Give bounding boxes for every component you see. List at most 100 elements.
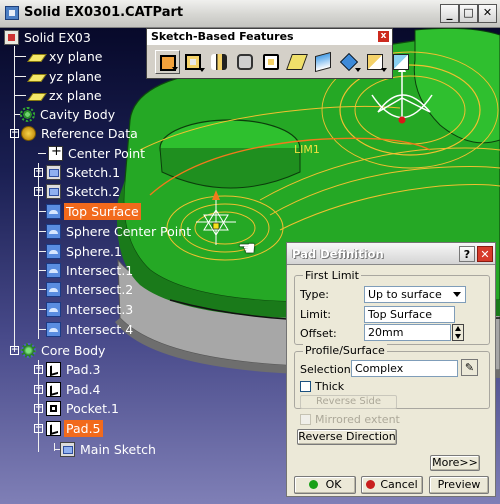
tree-item-intersect-4[interactable]: Intersect.4 [38, 320, 135, 338]
type-combo[interactable]: Up to surface [364, 286, 466, 303]
thick-checkbox[interactable] [300, 381, 311, 392]
tree-item-intersect-3[interactable]: Intersect.3 [38, 300, 135, 318]
spin-up-icon[interactable] [455, 326, 461, 331]
collapse-toggle-pad-5[interactable]: − [34, 424, 43, 433]
reference-icon [21, 125, 36, 141]
groove-tool-icon[interactable] [233, 50, 258, 74]
chevron-down-icon[interactable] [450, 287, 465, 302]
mirrored-extent-checkbox[interactable] [300, 414, 311, 425]
toolbar-close-button[interactable]: x [378, 31, 389, 42]
limit-field[interactable]: Top Surface [364, 306, 455, 323]
tree-item-pad-5[interactable]: Pad.5 [46, 419, 103, 437]
more-button[interactable]: More>> [430, 455, 480, 471]
tree-item-zx-plane[interactable]: zx plane [14, 86, 104, 104]
remove-loft-tool-icon[interactable] [389, 50, 414, 74]
expand-toggle-pad-4[interactable]: + [34, 385, 43, 394]
tree-item-label: Cavity Body [40, 106, 116, 122]
rib-tool-icon[interactable] [285, 50, 310, 74]
shaft-tool-icon[interactable] [207, 50, 232, 74]
offset-field[interactable]: 20mm [364, 324, 451, 341]
tree-item-cavity-body[interactable]: Cavity Body [14, 105, 117, 123]
tree-item-core-body[interactable]: Core Body [21, 341, 107, 359]
tree-item-sketch-1[interactable]: Sketch.1 [46, 163, 122, 181]
tree-item-yz-plane[interactable]: yz plane [14, 67, 104, 85]
tree-item-pad-4[interactable]: Pad.4 [46, 380, 103, 398]
tree-item-label: Core Body [41, 342, 106, 358]
tree-item-sphere-center-point[interactable]: Sphere Center Point [38, 222, 193, 240]
tree-item-label: Pad.3 [66, 361, 101, 377]
loft-tool-icon[interactable] [363, 50, 388, 74]
selection-label: Selection: [300, 363, 355, 376]
tree-item-label: Pad.4 [66, 381, 101, 397]
thick-label: Thick [315, 380, 345, 393]
expand-toggle-sketch-2[interactable]: + [34, 187, 43, 196]
tree-item-label: Sphere.1 [66, 243, 122, 259]
tree-item-xy-plane[interactable]: xy plane [14, 47, 104, 65]
tree-item-pad-3[interactable]: Pad.3 [46, 360, 103, 378]
surface-icon [46, 243, 61, 259]
expand-toggle-sketch-1[interactable]: + [34, 168, 43, 177]
body-gear-icon [21, 342, 36, 358]
tree-item-top-surface[interactable]: Top Surface [38, 202, 141, 220]
tree-item-pocket-1[interactable]: Pocket.1 [46, 399, 121, 417]
tree-item-label-selected: Pad.5 [64, 419, 103, 437]
tree-item-sphere-1[interactable]: Sphere.1 [38, 242, 124, 260]
tree-item-reference-data[interactable]: Reference Data [21, 124, 140, 142]
surface-icon [46, 301, 61, 317]
window-titlebar[interactable]: Solid EX0301.CATPart _ □ ✕ [0, 0, 500, 28]
cancel-dot-icon [366, 480, 376, 489]
catia-window: Solid EX0301.CATPart _ □ ✕ LIM1 ☚ Solid … [0, 0, 500, 504]
tree-item-main-sketch[interactable]: Main Sketch [54, 440, 158, 458]
hole-tool-icon[interactable] [259, 50, 284, 74]
catpart-app-icon [5, 6, 19, 20]
stiffener-tool-icon[interactable] [337, 50, 362, 74]
tree-root-label: Solid EX03 [24, 29, 91, 45]
toolbar-title[interactable]: Sketch-Based Features [147, 29, 392, 45]
window-title: Solid EX0301.CATPart [24, 5, 184, 20]
surface-icon [46, 281, 61, 297]
surface-icon [46, 223, 61, 239]
reverse-side-button[interactable]: Reverse Side [300, 395, 397, 409]
point-icon [48, 144, 63, 161]
collapse-toggle-reference-data[interactable]: − [10, 129, 19, 138]
surface-icon [46, 262, 61, 278]
cancel-button[interactable]: Cancel [361, 476, 423, 494]
preview-button[interactable]: Preview [429, 476, 489, 494]
dialog-help-button[interactable]: ? [459, 246, 475, 262]
minimize-button[interactable]: _ [440, 4, 459, 23]
sketch-based-features-toolbar[interactable]: Sketch-Based Features x [146, 28, 409, 79]
first-limit-title: First Limit [303, 269, 361, 282]
selection-field[interactable]: Complex [351, 360, 458, 377]
sketch-icon [46, 164, 61, 180]
tree-item-intersect-1[interactable]: Intersect.1 [38, 261, 135, 279]
collapse-toggle-core-body[interactable]: − [10, 346, 19, 355]
reverse-direction-button[interactable]: Reverse Direction [297, 429, 397, 445]
maximize-button[interactable]: □ [459, 4, 478, 23]
pad-definition-dialog: Pad Definition ? ✕ First Limit Type: Up … [286, 242, 496, 497]
dialog-close-button[interactable]: ✕ [477, 246, 493, 262]
tree-item-label: Sphere Center Point [66, 223, 192, 239]
tree-item-intersect-2[interactable]: Intersect.2 [38, 280, 135, 298]
pad-tool-icon[interactable] [155, 50, 180, 74]
tree-item-label: Reference Data [41, 125, 138, 141]
slot-tool-icon[interactable] [311, 50, 336, 74]
pad-icon [46, 420, 61, 436]
pad-icon [46, 361, 61, 377]
tree-item-label-selected: Top Surface [64, 202, 141, 220]
tree-root[interactable]: Solid EX03 [4, 28, 93, 46]
mirrored-extent-label: Mirrored extent [315, 413, 400, 426]
tree-item-sketch-2[interactable]: Sketch.2 [46, 182, 122, 200]
tree-item-center-point[interactable]: Center Point [38, 144, 147, 162]
spin-down-icon[interactable] [455, 334, 461, 339]
tree-item-label: zx plane [49, 87, 102, 103]
ok-button[interactable]: OK [294, 476, 356, 494]
expand-toggle-pocket-1[interactable]: + [34, 404, 43, 413]
offset-spinner[interactable] [452, 324, 464, 341]
ok-dot-icon [308, 480, 318, 489]
sketch-edit-icon[interactable]: ✎ [461, 359, 478, 376]
type-label: Type: [300, 288, 329, 301]
close-button[interactable]: ✕ [478, 4, 497, 23]
pocket-tool-icon[interactable] [181, 50, 206, 74]
expand-toggle-pad-3[interactable]: + [34, 365, 43, 374]
dialog-titlebar[interactable]: Pad Definition ? ✕ [287, 243, 495, 265]
